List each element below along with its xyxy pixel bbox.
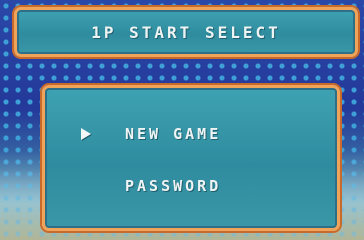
selection-cursor-icon (81, 128, 91, 140)
title-panel: 1P START SELECT (14, 7, 358, 57)
menu-item-new-game[interactable]: NEW GAME (125, 123, 221, 145)
menu-panel: NEW GAME PASSWORD (42, 85, 340, 231)
screen-title: 1P START SELECT (91, 22, 281, 42)
menu-item-password[interactable]: PASSWORD (125, 175, 221, 197)
